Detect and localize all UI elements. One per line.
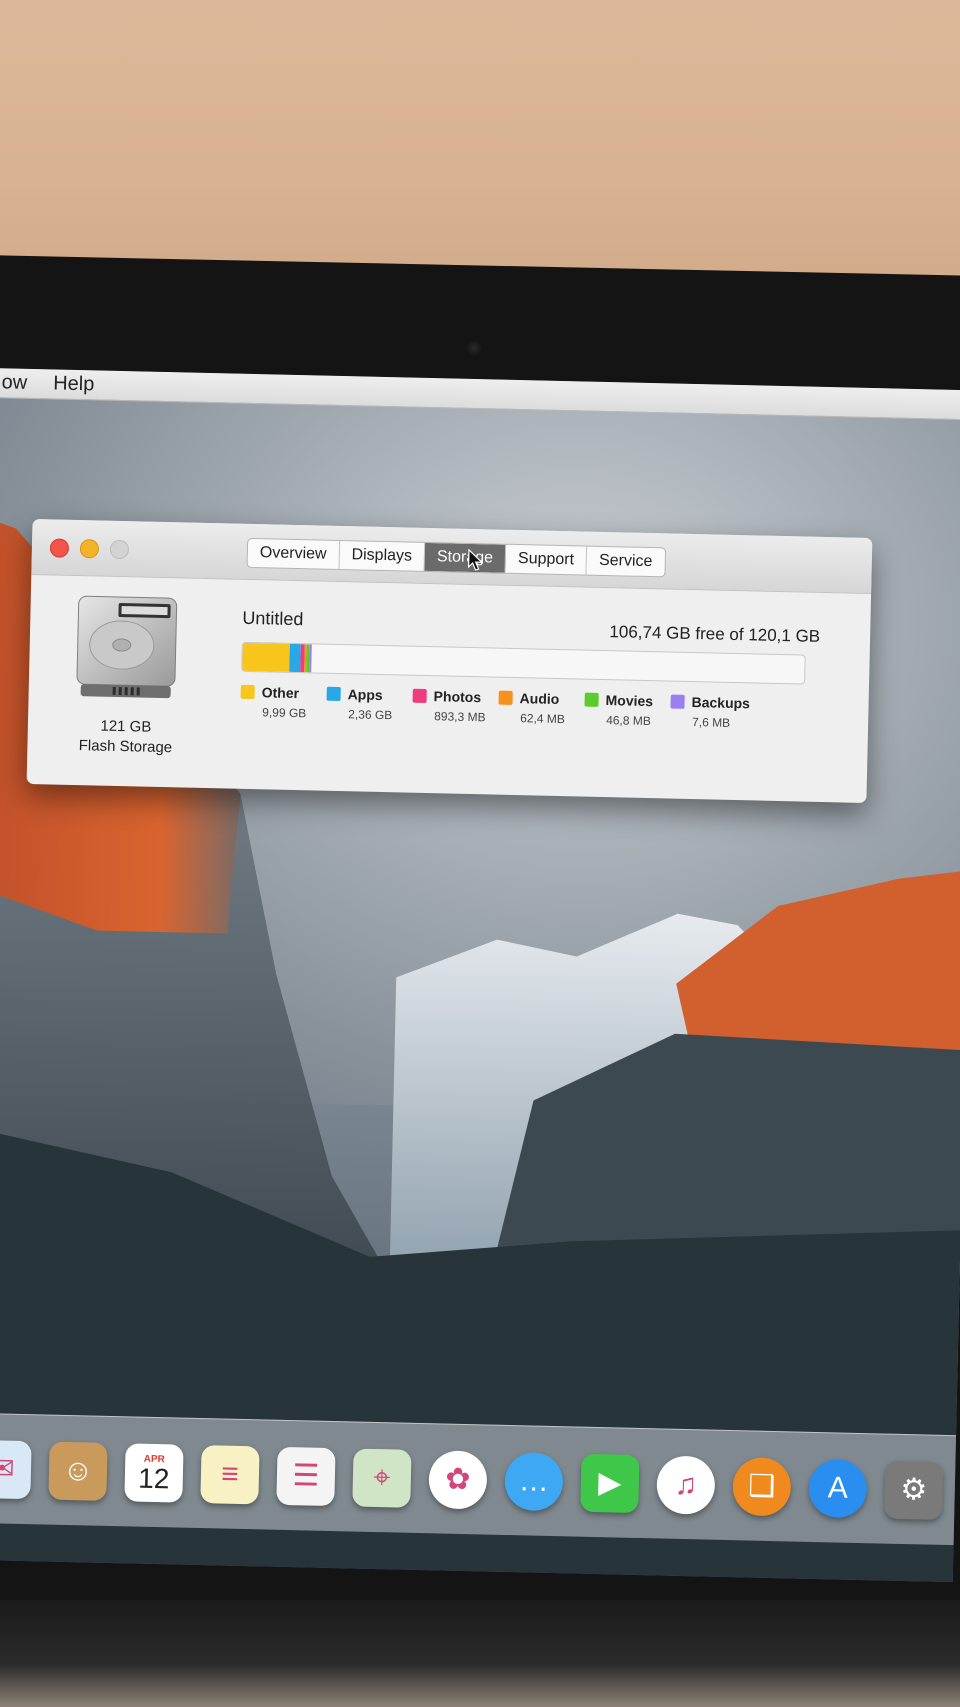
legend-label: Backups: [691, 694, 751, 712]
legend-size: 62,4 MB: [520, 711, 566, 727]
legend-label: Photos: [433, 688, 482, 706]
tab-overview[interactable]: Overview: [247, 538, 340, 569]
legend-item-other: Other 9,99 GB: [240, 684, 327, 721]
legend-size: 893,3 MB: [434, 709, 486, 725]
disk-type: Flash Storage: [78, 737, 173, 757]
storage-panel: 121 GB Flash Storage Untitled 106,74 GB …: [27, 575, 872, 803]
disk-caption: 121 GB Flash Storage: [47, 715, 204, 759]
legend-label: Audio: [519, 690, 560, 707]
webcam: [466, 340, 482, 356]
laptop-bottom-frame: [0, 1600, 960, 1707]
tab-support[interactable]: Support: [505, 544, 588, 575]
hard-drive-icon: [76, 595, 178, 699]
legend-item-apps: Apps 2,36 GB: [326, 686, 413, 723]
legend-item-audio: Audio 62,4 MB: [498, 690, 585, 727]
dock: ✉ ☺ APR 12 ≡ ☰ ⌖ ✿ … ▶ ♫ ❑ A ⚙: [0, 1412, 960, 1546]
volume-free-space: 106,74 GB free of 120,1 GB: [609, 622, 821, 646]
wall-background: [0, 0, 960, 300]
legend-swatch: [240, 684, 255, 700]
legend-swatch: [326, 686, 341, 702]
reminders-icon[interactable]: ☰: [276, 1446, 336, 1506]
calendar-icon[interactable]: APR 12: [124, 1442, 184, 1503]
legend-swatch: [584, 692, 599, 707]
menu-help[interactable]: Help: [53, 372, 95, 396]
storage-usage-bar: [241, 641, 806, 685]
tab-storage[interactable]: Storage: [424, 542, 507, 573]
close-button[interactable]: [49, 538, 70, 558]
contacts-icon[interactable]: ☺: [48, 1441, 108, 1501]
calendar-day: 12: [137, 1462, 170, 1494]
legend-size: 2,36 GB: [348, 707, 393, 723]
usage-segment-backups: [309, 644, 313, 673]
legend-size: 46,8 MB: [606, 713, 652, 729]
legend-swatch: [498, 690, 513, 705]
tab-bar: Overview Displays Storage Support Servic…: [246, 537, 666, 578]
system-preferences-icon[interactable]: ⚙: [884, 1460, 944, 1520]
usage-segment-other: [242, 642, 290, 672]
legend-item-backups: Backups 7,6 MB: [670, 694, 757, 731]
menu-window[interactable]: ow: [1, 371, 27, 395]
storage-legend: Other 9,99 GB Apps 2,36 GB Photos 893,3 MB Aud…: [240, 684, 757, 731]
legend-swatch: [412, 688, 427, 703]
about-this-mac-window: Overview Displays Storage Support Servic…: [26, 519, 873, 803]
legend-size: 7,6 MB: [691, 715, 731, 730]
itunes-icon[interactable]: ♫: [656, 1454, 716, 1515]
legend-item-movies: Movies 46,8 MB: [584, 692, 671, 729]
tab-service[interactable]: Service: [587, 547, 665, 577]
legend-swatch: [670, 694, 685, 709]
ibooks-icon[interactable]: ❑: [732, 1456, 792, 1516]
photos-icon[interactable]: ✿: [428, 1449, 488, 1510]
mail-icon[interactable]: ✉: [0, 1439, 32, 1499]
desktop-screen: ow Help Overview Displays Storage Suppor…: [0, 368, 960, 1583]
legend-item-photos: Photos 893,3 MB: [412, 688, 499, 725]
volume-name: Untitled: [242, 607, 304, 630]
legend-label: Apps: [347, 686, 383, 703]
facetime-icon[interactable]: ▶: [580, 1453, 640, 1513]
notes-icon[interactable]: ≡: [200, 1444, 260, 1504]
mouse-cursor-icon: [467, 548, 484, 571]
zoom-button[interactable]: [109, 539, 130, 560]
legend-label: Other: [261, 684, 300, 702]
usage-segment-apps: [288, 643, 301, 673]
tab-displays[interactable]: Displays: [339, 540, 426, 571]
minimize-button[interactable]: [79, 539, 100, 559]
app-store-icon[interactable]: A: [808, 1458, 868, 1518]
legend-size: 9,99 GB: [262, 705, 307, 721]
legend-label: Movies: [605, 692, 654, 710]
maps-icon[interactable]: ⌖: [352, 1448, 412, 1508]
messages-icon[interactable]: …: [504, 1451, 564, 1511]
